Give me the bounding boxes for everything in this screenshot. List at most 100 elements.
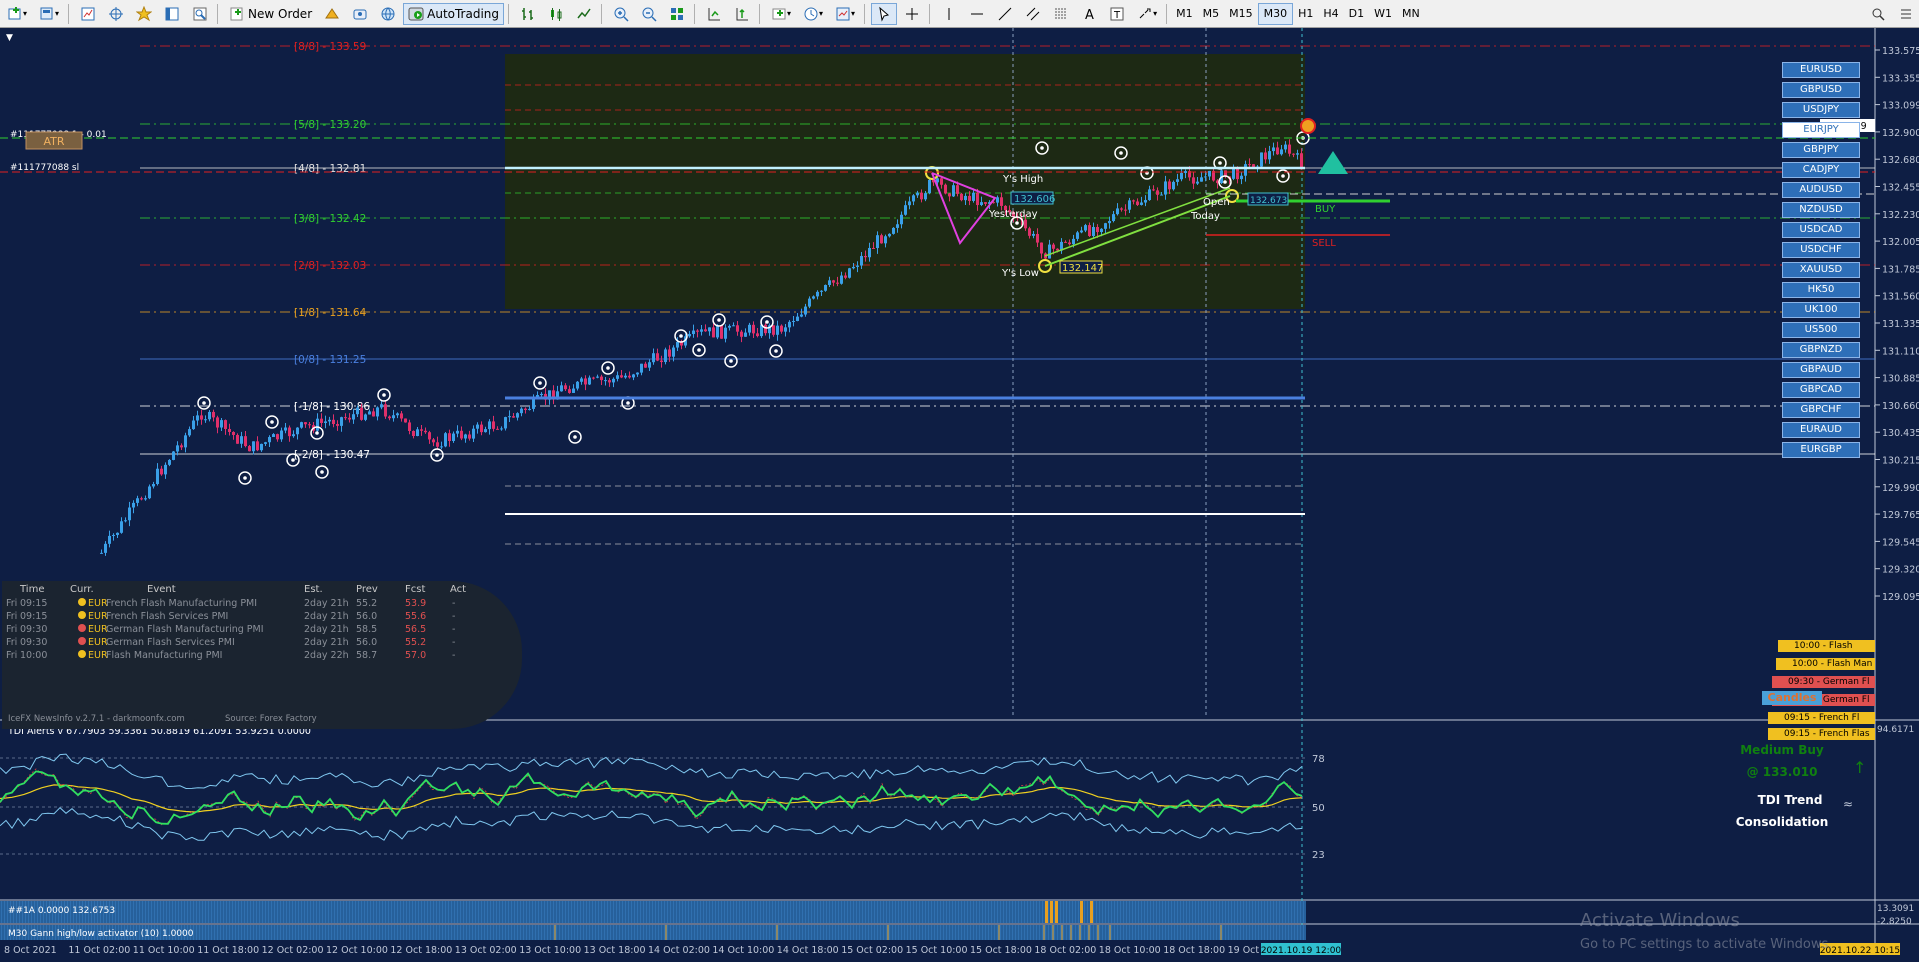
indicators-button[interactable]: ▾ [766, 3, 796, 25]
symbol-button-us500[interactable]: US500 [1782, 322, 1860, 338]
fibonacci-button[interactable] [1048, 3, 1074, 25]
candle-body [924, 193, 927, 200]
tile-windows-button[interactable] [664, 3, 690, 25]
toolbar-separator [759, 3, 761, 24]
chart-menu-arrow-icon[interactable]: ▼ [6, 33, 13, 43]
strategy-tester-button[interactable] [187, 3, 213, 25]
news-timeline-item[interactable]: 09:30 - German Fl [1772, 676, 1875, 688]
symbol-button-usdjpy[interactable]: USDJPY [1782, 102, 1860, 118]
bar-chart-button[interactable] [515, 3, 541, 25]
candle-body [784, 327, 787, 332]
time-axis[interactable]: 8 Oct 2021 11 Oct 02:00 11 Oct 10:00 11 Oct… [4, 945, 1290, 956]
arrows-button[interactable]: ▾ [1132, 3, 1162, 25]
tf-d1[interactable]: D1 [1344, 3, 1369, 25]
auto-scroll-button[interactable] [701, 3, 727, 25]
tf-m15[interactable]: M15 [1224, 3, 1258, 25]
tf-h4[interactable]: H4 [1318, 3, 1343, 25]
tf-w1[interactable]: W1 [1369, 3, 1397, 25]
tf-m1[interactable]: M1 [1171, 3, 1198, 25]
tf-mn[interactable]: MN [1397, 3, 1425, 25]
metaeditor-button[interactable] [319, 3, 345, 25]
chart-window[interactable]: [8/8] - 133.59 [5/8] - 133.20 [4/8] - 132.… [0, 28, 1919, 962]
impact-dot-icon [78, 598, 86, 606]
crosshair-icon [109, 6, 124, 21]
candle-body [172, 451, 175, 460]
candle-body [300, 422, 303, 428]
symbol-button-gbpnzd[interactable]: GBPNZD [1782, 342, 1860, 358]
chart-canvas[interactable]: [8/8] - 133.59 [5/8] - 133.20 [4/8] - 132.… [0, 28, 1919, 962]
news-day: Fri [6, 624, 18, 635]
profiles-button[interactable]: ▾ [34, 3, 64, 25]
swing-marker-dot [243, 476, 247, 480]
news-timeline-item[interactable]: 10:00 - Flash Man [1776, 658, 1875, 670]
search-button[interactable] [1865, 3, 1891, 25]
horizontal-line-button[interactable] [964, 3, 990, 25]
zoom-in-button[interactable] [608, 3, 634, 25]
trendline-button[interactable] [992, 3, 1018, 25]
candle-body [864, 255, 867, 258]
vertical-line-button[interactable] [936, 3, 962, 25]
news-prev: 56.0 [356, 637, 378, 648]
symbol-button-gbpusd[interactable]: GBPUSD [1782, 82, 1860, 98]
candlestick-button[interactable] [543, 3, 569, 25]
news-timeline-item[interactable]: 09:15 - French Flas [1768, 728, 1875, 740]
tf-m5[interactable]: M5 [1198, 3, 1225, 25]
channel-icon [1026, 7, 1040, 20]
symbol-button-cadjpy[interactable]: CADJPY [1782, 162, 1860, 178]
swing-marker-dot [1218, 161, 1222, 165]
trendline-icon [998, 7, 1012, 20]
symbol-button-euraud[interactable]: EURAUD [1782, 422, 1860, 438]
tdi-signal: Medium Buy [1740, 743, 1824, 757]
new-chart-button[interactable]: ▾ [2, 3, 32, 25]
candle-body [588, 377, 591, 385]
navigator-button[interactable] [131, 3, 157, 25]
symbol-button-usdcad[interactable]: USDCAD [1782, 222, 1860, 238]
order-label-sl[interactable]: #111777088 sl [10, 163, 79, 173]
line-chart-button[interactable] [571, 3, 597, 25]
autotrading-button[interactable]: AutoTrading [403, 2, 505, 25]
options-menu-button[interactable] [1893, 3, 1919, 25]
candle-body [968, 195, 971, 201]
symbol-button-hk50[interactable]: HK50 [1782, 282, 1860, 298]
terminal-button[interactable] [159, 3, 185, 25]
symbol-button-usdchf[interactable]: USDCHF [1782, 242, 1860, 258]
symbol-button-audusd[interactable]: AUDUSD [1782, 182, 1860, 198]
templates-button[interactable]: ▾ [830, 3, 860, 25]
text-button[interactable]: A [1076, 3, 1102, 25]
signals-button[interactable] [347, 3, 373, 25]
magnifier-icon [193, 7, 207, 20]
tf-h1[interactable]: H1 [1293, 3, 1318, 25]
symbol-button-gbpaud[interactable]: GBPAUD [1782, 362, 1860, 378]
market-button[interactable] [375, 3, 401, 25]
chart-shift-button[interactable] [729, 3, 755, 25]
data-window-button[interactable] [103, 3, 129, 25]
symbol-button-eurusd[interactable]: EURUSD [1782, 62, 1860, 78]
symbol-button-eurjpy[interactable]: EURJPY [1782, 122, 1860, 138]
candles-toggle-button[interactable]: Candles [1762, 691, 1822, 705]
new-order-button[interactable]: New Order [224, 3, 317, 25]
swing-marker-dot [697, 348, 701, 352]
candle-body [240, 436, 243, 444]
price-axis[interactable]: 133.575 133.355 133.099 132.900 132.680 132.4… [1875, 46, 1919, 603]
symbol-button-uk100[interactable]: UK100 [1782, 302, 1860, 318]
symbol-button-gbpjpy[interactable]: GBPJPY [1782, 142, 1860, 158]
news-footer-left: IceFX NewsInfo v.2.7.1 - darkmoonfx.com [8, 714, 185, 724]
zoom-out-button[interactable] [636, 3, 662, 25]
market-watch-button[interactable] [75, 3, 101, 25]
symbol-button-nzdusd[interactable]: NZDUSD [1782, 202, 1860, 218]
tf-m30[interactable]: M30 [1257, 2, 1294, 25]
star-icon [136, 5, 153, 21]
text-label-button[interactable]: T [1104, 3, 1130, 25]
time-tick-label: 18 Oct 10:00 [1099, 945, 1161, 956]
symbol-button-xauusd[interactable]: XAUUSD [1782, 262, 1860, 278]
cursor-button[interactable] [871, 2, 898, 25]
news-timeline-item[interactable]: 09:15 - French Fl [1768, 712, 1875, 724]
periods-button[interactable]: ▾ [798, 3, 828, 25]
candle-body [368, 411, 371, 415]
crosshair-button[interactable] [899, 3, 925, 25]
equidistant-channel-button[interactable] [1020, 3, 1046, 25]
symbol-button-gbpchf[interactable]: GBPCHF [1782, 402, 1860, 418]
symbol-button-gbpcad[interactable]: GBPCAD [1782, 382, 1860, 398]
news-timeline-item[interactable]: 10:00 - Flash [1778, 640, 1875, 652]
symbol-button-eurgbp[interactable]: EURGBP [1782, 442, 1860, 458]
